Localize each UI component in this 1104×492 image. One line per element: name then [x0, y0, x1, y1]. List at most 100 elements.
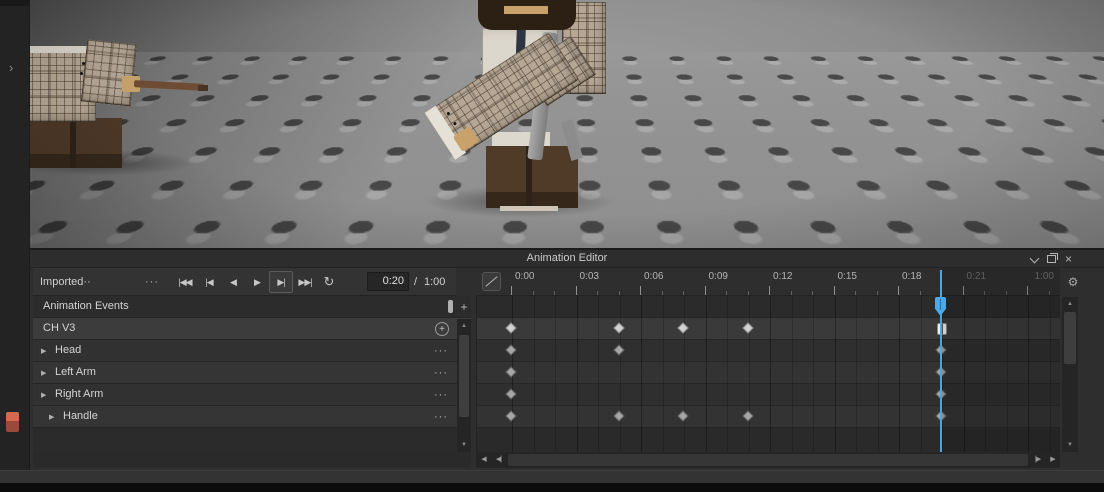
track-row-right-arm[interactable]: ▶ Right Arm ··· — [33, 384, 471, 406]
left-tool-rail: › — [0, 0, 30, 470]
grid-line — [835, 296, 836, 452]
track-label: Head — [55, 340, 81, 362]
ruler-tick — [597, 291, 598, 295]
grid-line — [792, 296, 793, 452]
scroll-up-icon[interactable]: ▲ — [457, 319, 471, 333]
ruler-tick — [511, 286, 512, 295]
ruler-tick — [705, 286, 706, 295]
rail-top-edge — [0, 0, 30, 6]
grid-line — [1050, 296, 1051, 452]
panel-title: Animation Editor — [30, 250, 1104, 268]
timeline-horizontal-scrollbar[interactable]: ◀ ◀| |▶ ▶ — [476, 452, 1060, 468]
editor-toolbar: Imported·· ··· |◀◀ |◀ ◀ ▶ ▶| ▶▶| ↻ 0:20 … — [33, 268, 456, 296]
ruler-tick — [619, 291, 620, 295]
ruler-label: 0:00 — [515, 271, 534, 282]
track-row-left-arm[interactable]: ▶ Left Arm ··· — [33, 362, 471, 384]
track-menu-button[interactable]: ··· — [431, 340, 451, 362]
transport-controls: |◀◀ |◀ ◀ ▶ ▶| ▶▶| ↻ — [173, 271, 341, 293]
baseplate-floor[interactable] — [30, 0, 1104, 52]
time-separator: / — [414, 268, 417, 296]
track-row-animation-events[interactable]: Animation Events + — [33, 296, 471, 318]
clip-name[interactable]: Imported·· — [40, 268, 91, 296]
grid-line — [684, 296, 685, 452]
tracklist-horizontal-scrollbar[interactable] — [33, 452, 471, 468]
ruler-tick — [877, 291, 878, 295]
panel-titlebar[interactable]: Animation Editor × — [30, 250, 1104, 268]
selected-keyframe[interactable] — [937, 323, 947, 335]
grid-line — [921, 296, 922, 452]
float-window-icon[interactable] — [1047, 255, 1056, 263]
grid-line — [878, 296, 879, 452]
expand-arrow-icon[interactable]: ▶ — [41, 384, 46, 406]
3d-viewport[interactable] — [30, 0, 1104, 248]
ruler-tick — [791, 291, 792, 295]
scroll-down-icon[interactable]: ▼ — [457, 438, 471, 452]
track-menu-button[interactable]: ··· — [431, 384, 451, 406]
event-marker-icon[interactable] — [448, 300, 453, 313]
track-menu-button[interactable]: ··· — [431, 362, 451, 384]
expand-arrow-icon[interactable]: ▶ — [41, 340, 46, 362]
expand-arrow-icon[interactable]: ▶ — [49, 406, 54, 428]
scroll-right-icon[interactable]: ▶ — [1045, 452, 1060, 468]
play-reverse-button[interactable]: ◀ — [221, 271, 245, 293]
step-right-icon[interactable]: |▶ — [1030, 452, 1045, 468]
timeline-vertical-scrollbar[interactable]: ▲ ▼ — [1062, 297, 1078, 452]
timeline-row — [477, 362, 1060, 384]
ruler-tick — [1027, 286, 1028, 295]
ruler-label: 0:09 — [709, 271, 728, 282]
step-left-icon[interactable]: ◀| — [491, 452, 506, 468]
total-time: 1:00 — [424, 268, 445, 296]
grid-line — [534, 296, 535, 452]
ruler-end-label: 1:00 — [1035, 271, 1054, 282]
add-track-button[interactable]: + — [435, 322, 449, 336]
grid-line — [706, 296, 707, 452]
ruler-tick — [640, 286, 641, 295]
ruler-tick — [769, 286, 770, 295]
tracklist-scrollbar[interactable]: ▲ ▼ — [457, 319, 471, 452]
gear-icon[interactable]: ⚙ — [1065, 274, 1081, 290]
current-time-input[interactable]: 0:20 — [367, 272, 409, 291]
close-icon[interactable]: × — [1065, 254, 1072, 264]
track-row-handle[interactable]: ▶ Handle ··· — [33, 406, 471, 428]
grid-line — [577, 296, 578, 452]
loop-toggle-button[interactable]: ↻ — [317, 271, 341, 293]
scroll-left-icon[interactable]: ◀ — [476, 452, 491, 468]
ruler-tick — [748, 291, 749, 295]
previous-keyframe-button[interactable]: |◀ — [197, 271, 221, 293]
timeline-ruler[interactable]: 0:00 0:03 0:06 0:09 0:12 0:15 0:18 0:21 1:00 — [476, 268, 1060, 296]
add-event-button[interactable]: + — [457, 299, 471, 315]
scrollbar-thumb[interactable] — [508, 454, 1028, 466]
grid-line — [663, 296, 664, 452]
ruler-tick — [898, 286, 899, 295]
expand-arrow-icon[interactable]: ▶ — [41, 362, 46, 384]
next-keyframe-button[interactable]: ▶| — [269, 271, 293, 293]
hair — [478, 0, 576, 30]
track-row-rig-root[interactable]: CH V3 + — [33, 318, 471, 340]
ruler-tick — [963, 286, 964, 295]
ruler-tick — [726, 291, 727, 295]
go-to-last-keyframe-button[interactable]: ▶▶| — [293, 271, 317, 293]
ruler-tick — [855, 291, 856, 295]
scrollbar-thumb[interactable] — [459, 335, 469, 417]
collapse-panel-icon[interactable] — [1030, 255, 1038, 263]
scroll-down-icon[interactable]: ▼ — [1062, 438, 1078, 452]
ruler-tick — [1049, 291, 1050, 295]
timeline-row — [477, 296, 1060, 318]
grid-line — [1007, 296, 1008, 452]
scroll-up-icon[interactable]: ▲ — [1062, 297, 1078, 311]
scrollbar-thumb[interactable] — [1064, 312, 1076, 364]
ruler-tick — [1006, 291, 1007, 295]
track-menu-button[interactable]: ··· — [431, 406, 451, 428]
go-to-first-keyframe-button[interactable]: |◀◀ — [173, 271, 197, 293]
plugin-icon[interactable] — [6, 412, 19, 432]
track-label: CH V3 — [43, 318, 75, 340]
track-row-head[interactable]: ▶ Head ··· — [33, 340, 471, 362]
timeline-area[interactable] — [476, 296, 1060, 452]
collapse-chevron-icon[interactable]: › — [9, 60, 13, 75]
overflow-menu-button[interactable]: ··· — [145, 268, 159, 296]
play-button[interactable]: ▶ — [245, 271, 269, 293]
ruler-label: 0:06 — [644, 271, 663, 282]
grid-line — [641, 296, 642, 452]
grid-line — [1028, 296, 1029, 452]
selected-tool-indicator[interactable] — [0, 122, 9, 153]
